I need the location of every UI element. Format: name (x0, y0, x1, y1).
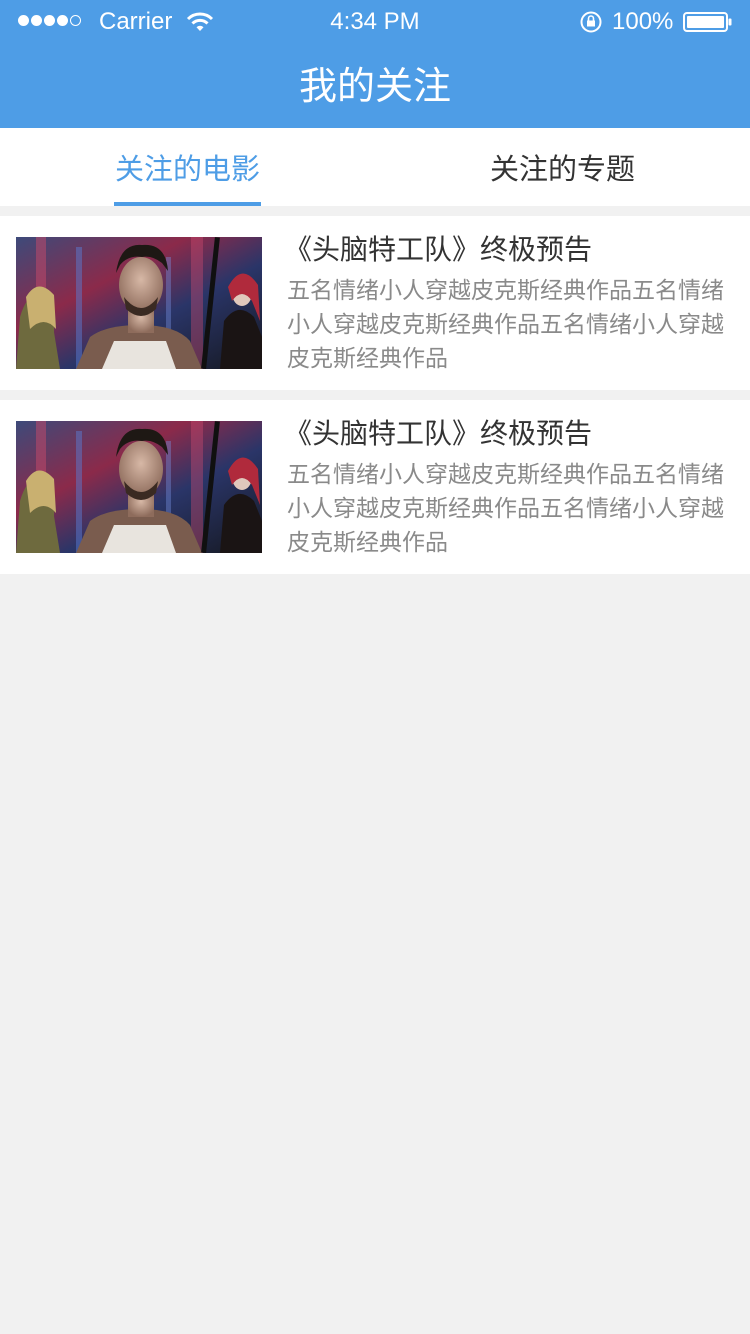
status-bar: Carrier 4:34 PM 100% (0, 0, 750, 44)
page-title: 我的关注 (298, 64, 451, 108)
item-description: 五名情绪小人穿越皮克斯经典作品五名情绪小人穿越皮克斯经典作品五名情绪小人穿越皮克… (287, 278, 724, 372)
item-title: 《头脑特工队》终极预告 (284, 233, 593, 266)
header: Carrier 4:34 PM 100% 我的关注 (0, 0, 750, 128)
list-item[interactable]: 《头脑特工队》终极预告 五名情绪小人穿越皮克斯经典作品五名情绪小人穿越皮克斯经典… (0, 216, 750, 390)
item-description: 五名情绪小人穿越皮克斯经典作品五名情绪小人穿越皮克斯经典作品五名情绪小人穿越皮克… (287, 462, 724, 556)
rotation-lock-icon (580, 11, 602, 33)
tab-followed-topics[interactable]: 关注的专题 (375, 128, 750, 206)
item-title: 《头脑特工队》终极预告 (284, 417, 593, 450)
tab-bar: 关注的电影 关注的专题 (0, 128, 750, 206)
active-tab-indicator (114, 202, 261, 206)
movie-poster-thumbnail (16, 421, 262, 553)
tab-followed-movies[interactable]: 关注的电影 (0, 128, 375, 206)
battery-percentage: 100% (612, 8, 674, 35)
list-item[interactable]: 《头脑特工队》终极预告 五名情绪小人穿越皮克斯经典作品五名情绪小人穿越皮克斯经典… (0, 400, 750, 574)
movie-poster-thumbnail (16, 237, 262, 369)
battery-icon (683, 12, 732, 32)
